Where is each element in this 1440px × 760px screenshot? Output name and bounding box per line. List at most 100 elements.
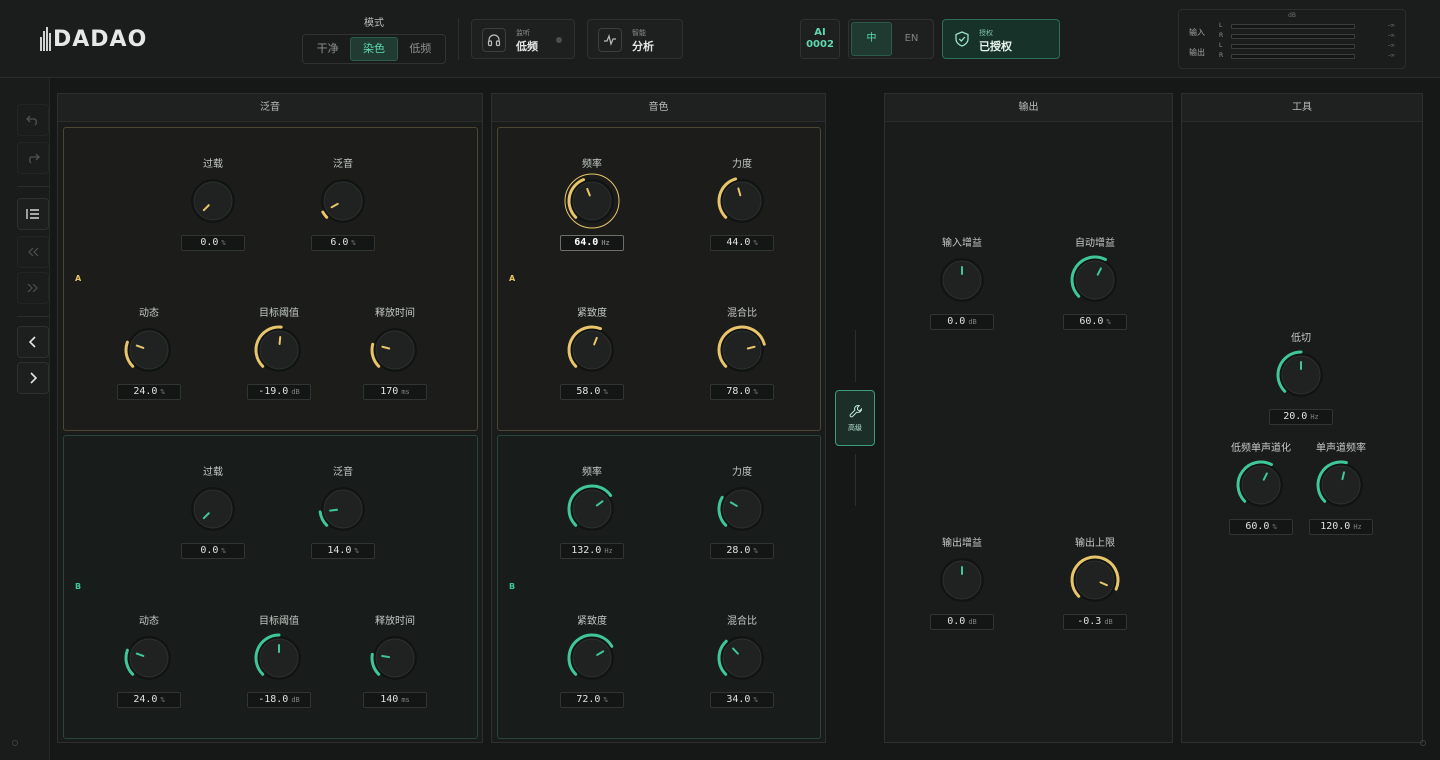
monitor-button[interactable]: 监听 低频 [471,19,575,59]
knob[interactable]: 频率 64.0 Hz [547,155,637,255]
smart-analyze-button[interactable]: 智能 分析 [587,19,683,59]
knob[interactable]: 输出上限 -0.3 dB [1050,534,1140,634]
knob[interactable]: 释放时间 170 ms [350,304,440,404]
resize-corner[interactable] [1420,740,1426,746]
knob-dial[interactable] [121,630,177,686]
prev-button[interactable] [17,326,49,358]
undo-button[interactable] [17,104,49,136]
collapse-left-button[interactable] [17,236,49,268]
knob-dial[interactable] [1273,347,1329,403]
knob-dial[interactable] [714,173,770,229]
knob-dial[interactable] [714,481,770,537]
knob-dial[interactable] [185,173,241,229]
knob-unit: dB [1104,618,1113,626]
knob[interactable]: 低切 20.0 Hz [1256,329,1346,429]
knob-label: 混合比 [727,308,757,319]
knob-dial[interactable] [564,630,620,686]
knob[interactable]: 泛音 6.0% [298,155,388,255]
knob-unit: Hz [1310,413,1319,421]
mode-option-low[interactable]: 低频 [398,37,443,61]
knob-dial[interactable] [564,322,620,378]
next-button[interactable] [17,362,49,394]
knob[interactable]: 混合比 34.0% [697,612,787,712]
knob-value-field[interactable]: 20.0 Hz [1269,409,1333,425]
knob[interactable]: 过载 0.0% [168,463,258,563]
knob-value-field[interactable]: 24.0% [117,384,181,400]
knob-dial[interactable] [1067,552,1123,608]
knob-dial[interactable] [934,252,990,308]
mode-option-clean[interactable]: 干净 [305,37,350,61]
collapse-right-button[interactable] [17,272,49,304]
knob-dial[interactable] [121,322,177,378]
knob-value-field[interactable]: 24.0% [117,692,181,708]
knob-value-field[interactable]: 28.0% [710,543,774,559]
knob[interactable]: 释放时间 140 ms [350,612,440,712]
knob-value-field[interactable]: 0.0 dB [930,614,994,630]
knob-dial[interactable] [1313,457,1369,513]
knob-dial[interactable] [714,630,770,686]
knob-value-field[interactable]: 14.0% [311,543,375,559]
knob-value-field[interactable]: 0.0% [181,235,245,251]
knob-value-field[interactable]: 64.0 Hz [560,235,624,251]
redo-button[interactable] [17,142,49,174]
knob-value-field[interactable]: 132.0 Hz [560,543,624,559]
knob[interactable]: 单声道频率 120.0 Hz [1296,439,1386,539]
knob[interactable]: 输入增益 0.0 dB [917,234,1007,334]
knob-dial[interactable] [251,322,307,378]
knob[interactable]: 输出增益 0.0 dB [917,534,1007,634]
knob[interactable]: 动态 24.0% [104,304,194,404]
knob-dial[interactable] [315,173,371,229]
knob-value-field[interactable]: 6.0% [311,235,375,251]
knob[interactable]: 泛音 14.0% [298,463,388,563]
ai-number: 0002 [806,39,834,50]
knob[interactable]: 紧致度 72.0% [547,612,637,712]
monitor-caption: 监听 [516,29,530,37]
knob[interactable]: 动态 24.0% [104,612,194,712]
double-chevron-right-icon [27,283,38,293]
knob[interactable]: 过载 0.0% [168,155,258,255]
advanced-button[interactable]: 高级 [835,390,875,446]
knob-value-field[interactable]: 78.0% [710,384,774,400]
knob-value: 78.0 [726,386,751,397]
knob-value-field[interactable]: 58.0% [560,384,624,400]
knob-value-field[interactable]: 72.0% [560,692,624,708]
knob[interactable]: 自动增益 60.0% [1050,234,1140,334]
knob-dial[interactable] [1233,457,1289,513]
knob[interactable]: 频率 132.0 Hz [547,463,637,563]
knob[interactable]: 力度 28.0% [697,463,787,563]
knob-value-field[interactable]: 0.0% [181,543,245,559]
knob-value-field[interactable]: 60.0% [1063,314,1127,330]
knob-dial[interactable] [934,552,990,608]
knob[interactable]: 目标阈值 -18.0 dB [234,612,324,712]
knob-value-field[interactable]: 170 ms [363,384,427,400]
knob-value-field[interactable]: 60.0% [1229,519,1293,535]
knob-value-field[interactable]: -18.0 dB [247,692,311,708]
knob-dial[interactable] [185,481,241,537]
knob-dial[interactable] [564,481,620,537]
knob-value-field[interactable]: 120.0 Hz [1309,519,1373,535]
knob[interactable]: 混合比 78.0% [697,304,787,404]
knob-dial[interactable] [251,630,307,686]
knob-dial[interactable] [1067,252,1123,308]
knob-dial[interactable] [564,173,620,229]
lang-option-en[interactable]: EN [892,22,931,56]
knob-dial[interactable] [367,630,423,686]
lang-option-zh[interactable]: 中 [851,22,892,56]
ai-preset-badge[interactable]: AI 0002 [800,19,840,59]
knob-dial[interactable] [714,322,770,378]
knob-dial[interactable] [367,322,423,378]
mode-option-color[interactable]: 染色 [350,37,398,61]
knob-value-field[interactable]: -19.0 dB [247,384,311,400]
knob[interactable]: 低频单声道化 60.0% [1216,439,1306,539]
knob-value-field[interactable]: 0.0 dB [930,314,994,330]
license-button[interactable]: 授权 已授权 [942,19,1060,59]
knob-value-field[interactable]: 34.0% [710,692,774,708]
knob-dial[interactable] [315,481,371,537]
knob-value-field[interactable]: 140 ms [363,692,427,708]
knob-value-field[interactable]: 44.0% [710,235,774,251]
knob-value-field[interactable]: -0.3 dB [1063,614,1127,630]
knob[interactable]: 紧致度 58.0% [547,304,637,404]
list-view-button[interactable] [17,198,49,230]
knob[interactable]: 目标阈值 -19.0 dB [234,304,324,404]
knob[interactable]: 力度 44.0% [697,155,787,255]
